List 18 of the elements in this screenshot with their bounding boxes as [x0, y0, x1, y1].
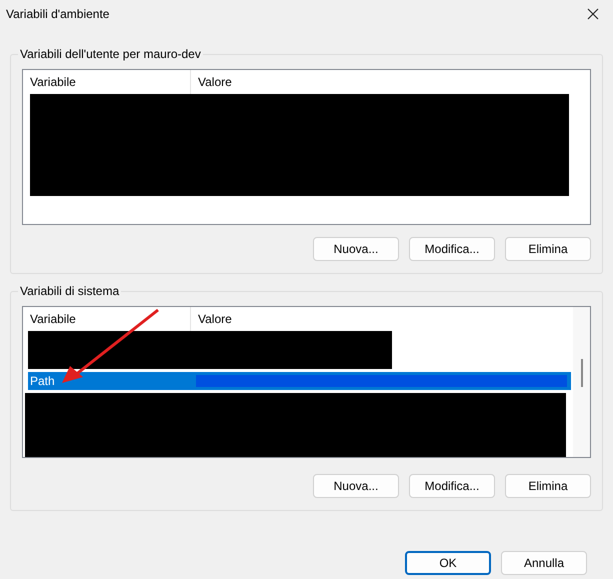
group-title: Variabili dell'utente per mauro-dev: [18, 46, 203, 62]
dialog-button[interactable]: Modifica...: [409, 474, 495, 498]
column-header[interactable]: Valore: [191, 70, 590, 94]
scrollbar[interactable]: [573, 307, 590, 457]
close-icon[interactable]: [587, 8, 599, 20]
dialog-button[interactable]: Modifica...: [409, 237, 495, 261]
dialog-button[interactable]: Elimina: [505, 474, 591, 498]
dialog-button[interactable]: Elimina: [505, 237, 591, 261]
window-title: Variabili d'ambiente: [6, 6, 110, 23]
list-row[interactable]: Path: [28, 372, 571, 390]
dialog-button[interactable]: OK: [405, 551, 491, 575]
dialog-button[interactable]: Annulla: [501, 551, 587, 575]
variable-list[interactable]: Variabile Valore Path: [22, 306, 591, 458]
dialog-button[interactable]: Nuova...: [313, 237, 399, 261]
variable-list[interactable]: Variabile Valore: [22, 69, 591, 225]
column-header[interactable]: Valore: [191, 307, 573, 331]
table-cell-text: Path: [29, 373, 56, 390]
dialog-button[interactable]: Nuova...: [313, 474, 399, 498]
